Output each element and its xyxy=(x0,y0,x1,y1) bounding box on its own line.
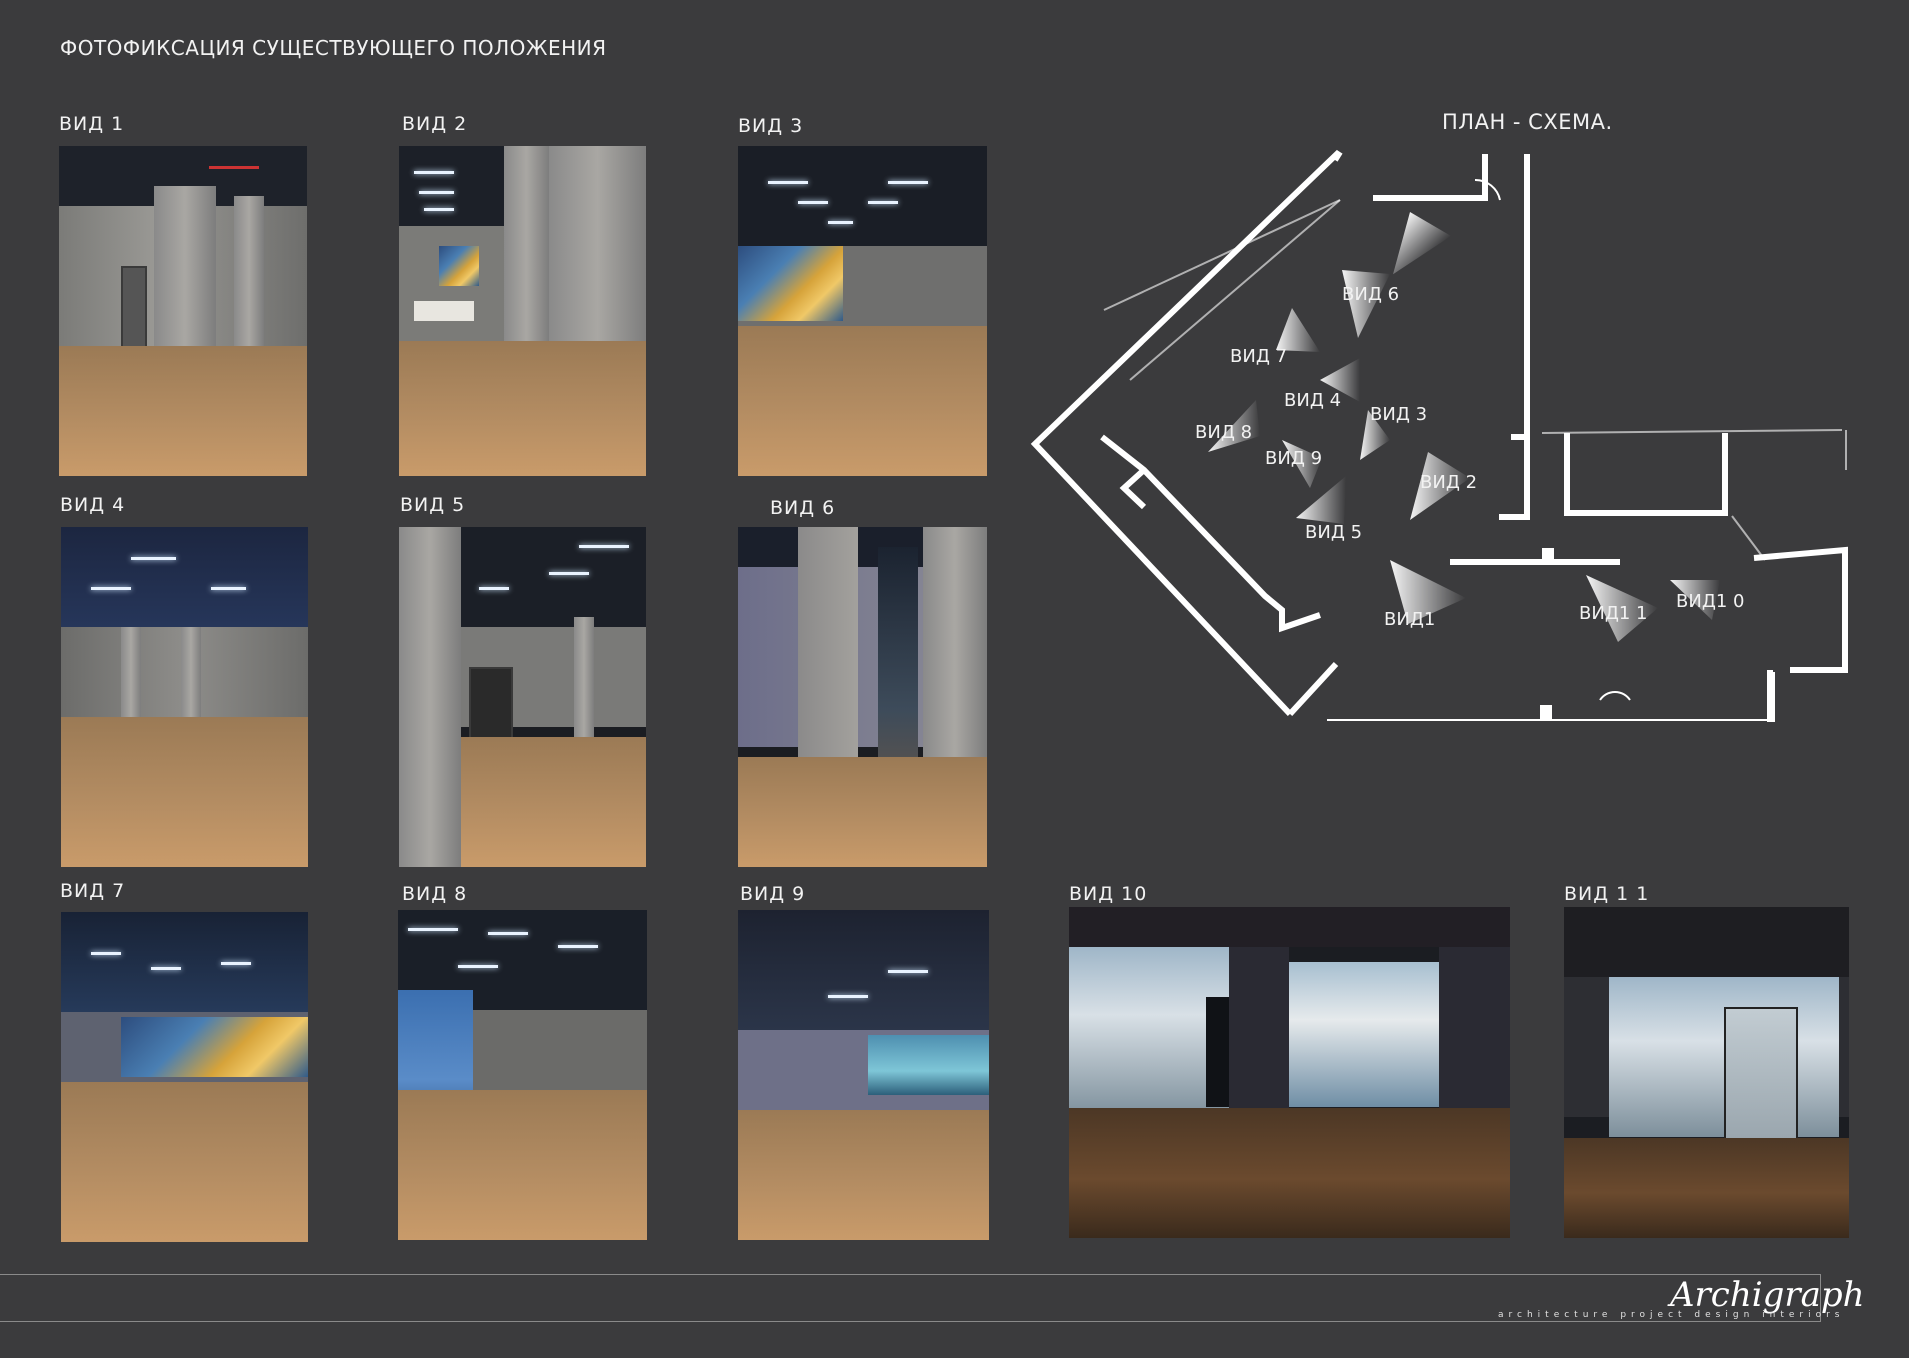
plan-label-view-7: ВИД 7 xyxy=(1230,346,1287,367)
photo-view-7[interactable] xyxy=(61,912,308,1242)
caption-view-6: ВИД 6 xyxy=(770,497,836,519)
plan-label-view-5: ВИД 5 xyxy=(1305,522,1362,543)
caption-view-10: ВИД 10 xyxy=(1069,883,1148,905)
plan-label-view-9: ВИД 9 xyxy=(1265,448,1322,469)
caption-view-3: ВИД 3 xyxy=(738,115,804,137)
photo-view-9[interactable] xyxy=(738,910,989,1240)
plan-label-view-10: ВИД1 0 xyxy=(1676,591,1745,612)
company-tagline: architecture project design interiors xyxy=(1498,1310,1845,1320)
view-cones xyxy=(1208,212,1720,642)
photo-view-6[interactable] xyxy=(738,527,987,867)
photo-view-3[interactable] xyxy=(738,146,987,476)
caption-view-5: ВИД 5 xyxy=(400,494,466,516)
photo-view-2[interactable] xyxy=(399,146,646,476)
company-logo: Archigraph xyxy=(1670,1275,1865,1315)
plan-wall-diagonal xyxy=(1030,149,1342,717)
floor-plan: ВИД 6 ВИД 7 ВИД 4 ВИД 3 ВИД 8 ВИД 9 ВИД … xyxy=(1030,149,1848,722)
photo-view-5[interactable] xyxy=(399,527,646,867)
caption-view-7: ВИД 7 xyxy=(60,880,126,902)
plan-label-view-2: ВИД 2 xyxy=(1420,472,1477,493)
plan-label-view-8: ВИД 8 xyxy=(1195,422,1252,443)
plan-label-view-11: ВИД1 1 xyxy=(1579,603,1648,624)
plan-label-view-1: ВИД1 xyxy=(1384,609,1435,630)
caption-view-1: ВИД 1 xyxy=(59,113,125,135)
caption-view-4: ВИД 4 xyxy=(60,494,126,516)
plan-label-view-6: ВИД 6 xyxy=(1342,284,1399,305)
page-title: ФОТОФИКСАЦИЯ СУЩЕСТВУЮЩЕГО ПОЛОЖЕНИЯ xyxy=(60,36,607,60)
plan-title: ПЛАН - СХЕМА. xyxy=(1442,110,1613,134)
photo-view-8[interactable] xyxy=(398,910,647,1240)
plan-label-view-3: ВИД 3 xyxy=(1370,404,1427,425)
photo-view-4[interactable] xyxy=(61,527,308,867)
photo-view-11[interactable] xyxy=(1564,907,1849,1238)
caption-view-8: ВИД 8 xyxy=(402,883,468,905)
caption-view-2: ВИД 2 xyxy=(402,113,468,135)
caption-view-9: ВИД 9 xyxy=(740,883,806,905)
photo-view-10[interactable] xyxy=(1069,907,1510,1238)
caption-view-11: ВИД 1 1 xyxy=(1564,883,1650,905)
plan-label-view-4: ВИД 4 xyxy=(1284,390,1341,411)
photo-view-1[interactable] xyxy=(59,146,307,476)
